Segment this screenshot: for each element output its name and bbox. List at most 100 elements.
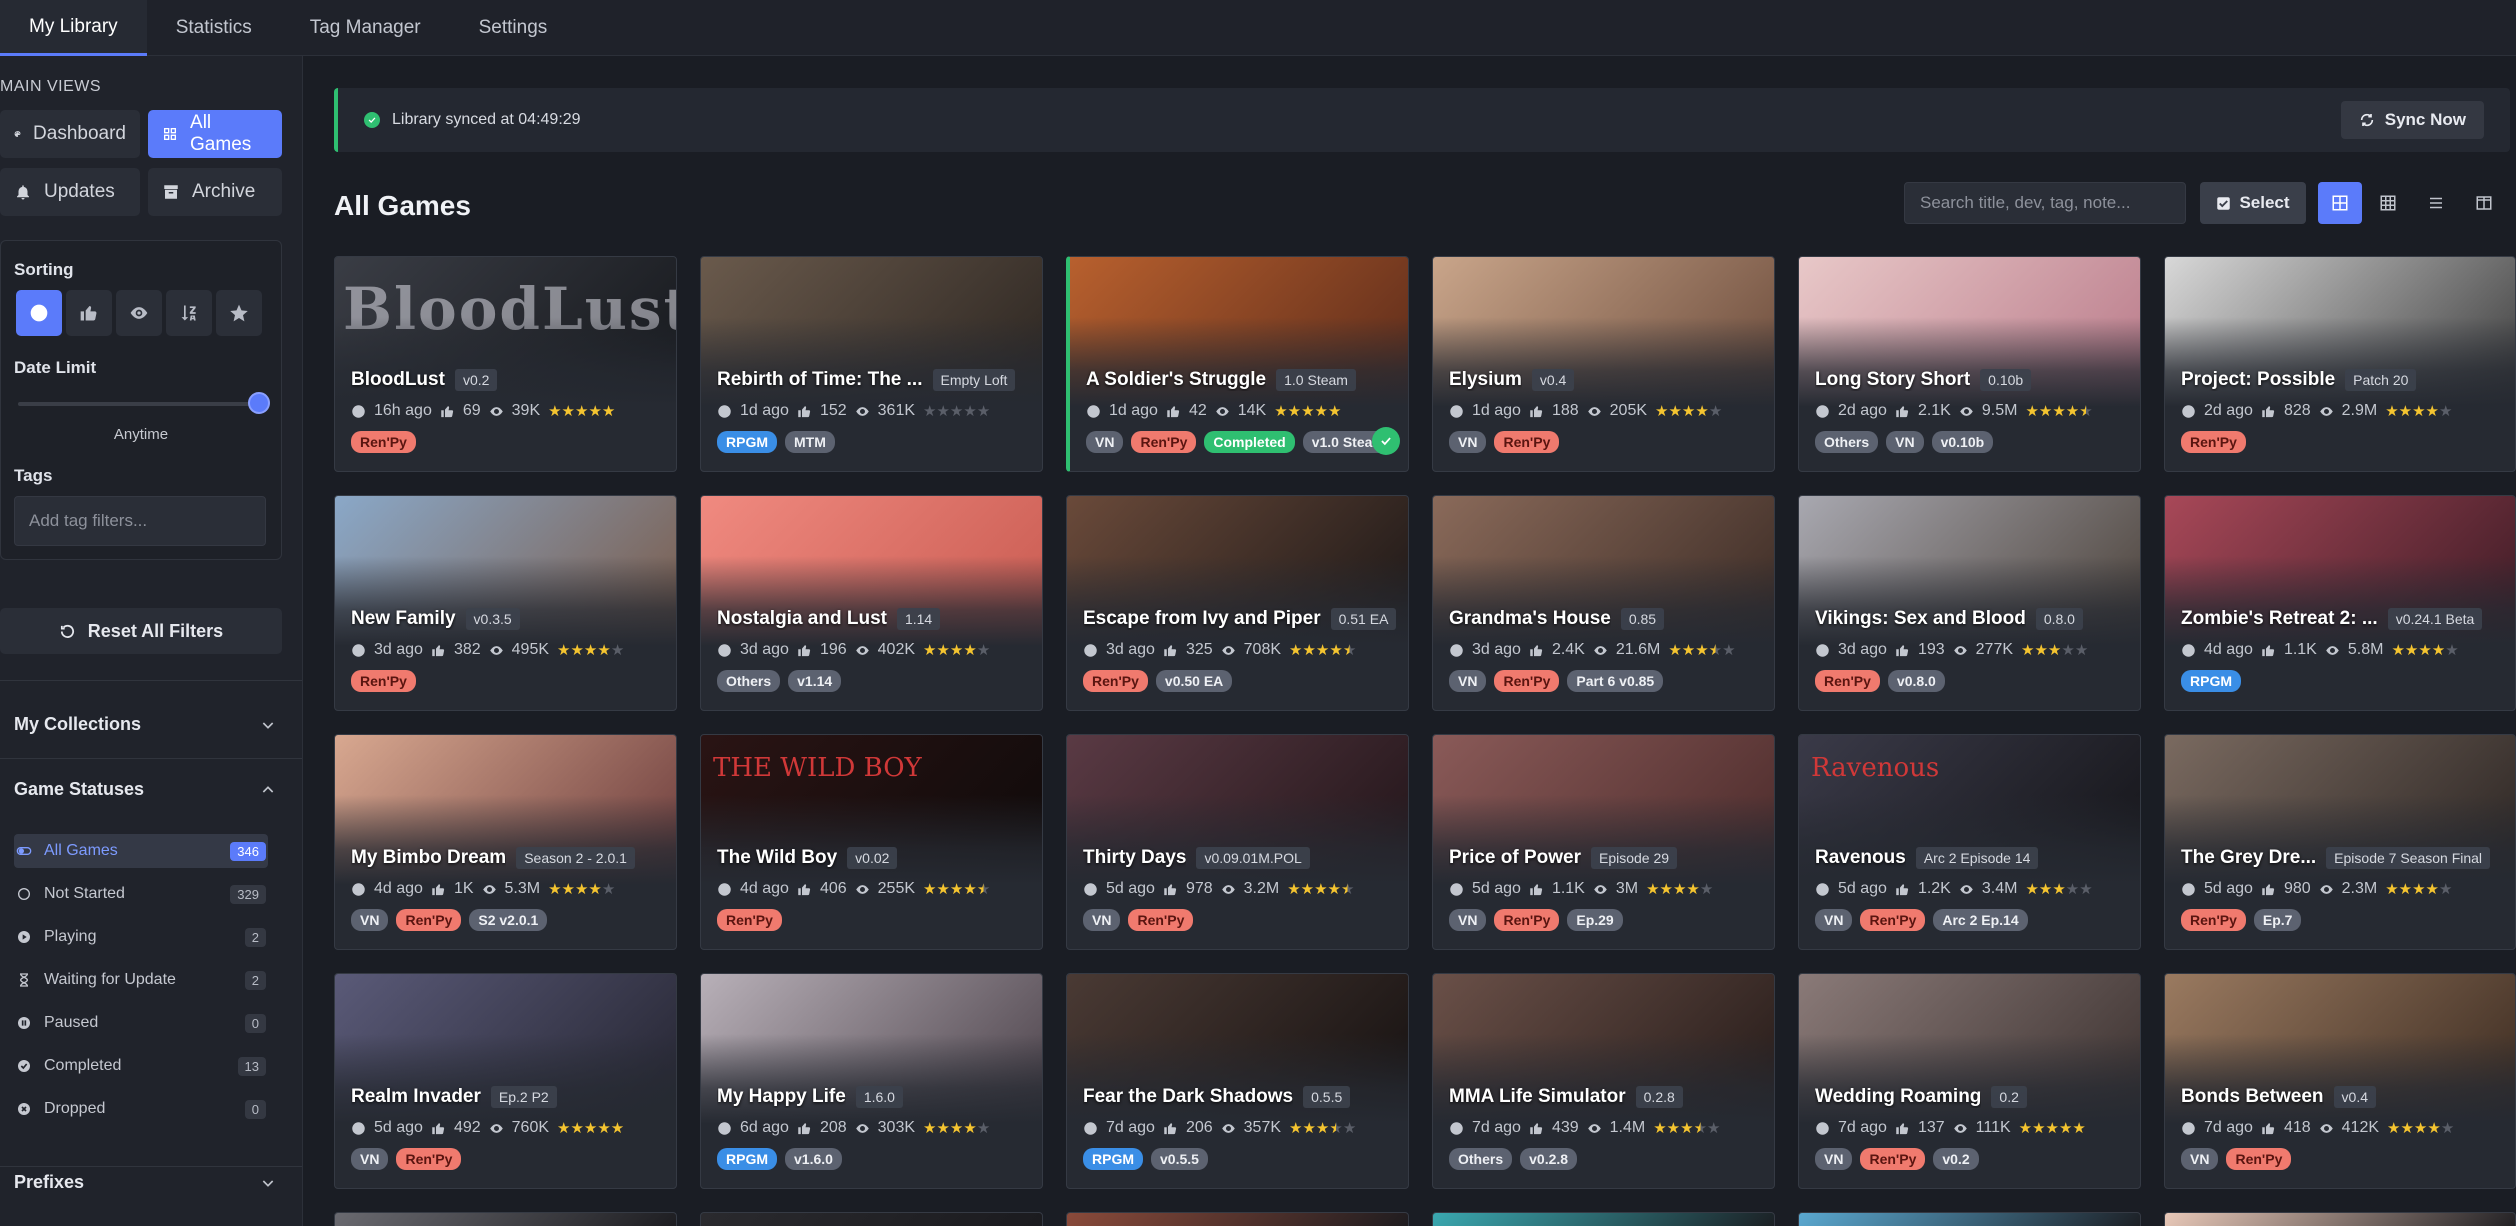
game-tag[interactable]: Ren'Py (396, 1148, 462, 1170)
game-card[interactable]: My Happy Life 1.6.0 6d ago 208 303K ★★★★★ RPGM… (700, 973, 1043, 1189)
game-tag[interactable]: Ren'Py (1128, 909, 1194, 931)
game-tag[interactable]: VN (1815, 909, 1853, 931)
game-tag[interactable]: Ren'Py (1860, 909, 1926, 931)
prefixes-toggle[interactable]: Prefixes (14, 1172, 276, 1193)
game-tag[interactable]: v0.2.8 (1520, 1148, 1578, 1170)
sync-now-button[interactable]: Sync Now (2340, 101, 2484, 139)
game-tag[interactable]: Ep.29 (1567, 909, 1623, 931)
tab-tag-manager[interactable]: Tag Manager (281, 0, 450, 56)
game-tag[interactable]: RPGM (717, 431, 777, 453)
game-card[interactable]: THE WILD BOY The Wild Boy v0.02 4d ago 406 25… (700, 734, 1043, 950)
game-card[interactable]: Nostalgia and Lust 1.14 3d ago 196 402K ★★★★★… (700, 495, 1043, 711)
game-tag[interactable]: Others (1449, 1148, 1513, 1170)
status-playing[interactable]: Playing 2 (14, 920, 268, 954)
view-list-button[interactable] (2414, 182, 2458, 224)
game-card[interactable]: Bonds Between v0.4 7d ago 418 412K ★★★★★ VN Ren… (2164, 973, 2516, 1189)
game-tag[interactable]: Ren'Py (1083, 670, 1148, 692)
sort-alphabetical-button[interactable] (166, 290, 212, 336)
game-tag[interactable]: VN (1083, 909, 1121, 931)
date-limit-slider-thumb[interactable] (248, 392, 270, 414)
game-tag[interactable]: VN (1815, 1148, 1853, 1170)
view-columns-button[interactable] (2462, 182, 2506, 224)
status-dropped[interactable]: Dropped 0 (14, 1092, 268, 1126)
game-tag[interactable]: VN (351, 909, 389, 931)
reset-filters-button[interactable]: Reset All Filters (0, 608, 282, 654)
game-card[interactable]: Ravenous Ravenous Arc 2 Episode 14 5d ago 1.… (1798, 734, 2141, 950)
view-updates-button[interactable]: Updates (0, 168, 140, 216)
game-tag[interactable]: v0.8.0 (1887, 670, 1945, 692)
game-tag[interactable]: VN (2181, 1148, 2219, 1170)
game-tag[interactable]: v1.6.0 (785, 1148, 842, 1170)
game-tag[interactable]: RPGM (1083, 1148, 1143, 1170)
game-card[interactable]: Thirty Days v0.09.01M.POL 5d ago 978 3.2M ★★★… (1066, 734, 1409, 950)
game-statuses-toggle[interactable]: Game Statuses (14, 779, 276, 800)
status-all-games[interactable]: All Games 346 (14, 834, 268, 868)
game-card[interactable]: Grandma's House 0.85 3d ago 2.4K 21.6M ★★★★★ V… (1432, 495, 1775, 711)
game-tag[interactable]: Others (717, 670, 781, 692)
sort-by-rating-button[interactable] (216, 290, 262, 336)
game-tag[interactable]: VN (1449, 909, 1487, 931)
game-card[interactable]: My Bimbo Dream Season 2 - 2.0.1 4d ago 1K 5.… (334, 734, 677, 950)
game-tag[interactable]: Arc 2 Ep.14 (1933, 909, 2028, 931)
game-tag[interactable]: Ren'Py (1815, 670, 1880, 692)
game-tag[interactable]: VN (351, 1148, 389, 1170)
game-card[interactable] (1432, 1212, 1775, 1226)
view-dashboard-button[interactable]: Dashboard (0, 110, 140, 158)
game-card[interactable]: Elysium v0.4 1d ago 188 205K ★★★★★ VN Ren'Py (1432, 256, 1775, 472)
game-tag[interactable]: RPGM (717, 1148, 777, 1170)
game-tag[interactable]: Part 6 v0.85 (1567, 670, 1664, 692)
game-tag[interactable]: Ren'Py (1131, 431, 1197, 453)
game-tag[interactable]: S2 v2.0.1 (469, 909, 548, 931)
game-card[interactable]: Long Story Short 0.10b 2d ago 2.1K 9.5M ★★★★★… (1798, 256, 2141, 472)
game-tag[interactable]: Ren'Py (1494, 670, 1560, 692)
game-tag[interactable]: Ren'Py (1860, 1148, 1926, 1170)
game-tag[interactable]: VN (1086, 431, 1124, 453)
game-tag[interactable]: Ren'Py (2226, 1148, 2292, 1170)
status-completed[interactable]: Completed 13 (14, 1049, 268, 1083)
game-card[interactable]: Realm Invader Ep.2 P2 5d ago 492 760K ★★★★★ VN… (334, 973, 677, 1189)
game-card[interactable]: Fear the Dark Shadows 0.5.5 7d ago 206 357K ★… (1066, 973, 1409, 1189)
game-card[interactable]: Project: Possible Patch 20 2d ago 828 2.9M ★★… (2164, 256, 2516, 472)
game-tag[interactable]: Ren'Py (717, 909, 782, 931)
game-tag[interactable]: VN (1886, 431, 1924, 453)
select-button[interactable]: Select (2200, 182, 2306, 224)
game-tag[interactable]: MTM (785, 431, 835, 453)
game-card[interactable] (334, 1212, 677, 1226)
game-card[interactable]: Rebirth of Time: The ... Empty Loft 1d ago… (700, 256, 1043, 472)
game-tag[interactable]: v0.10b (1931, 431, 1994, 453)
game-tag[interactable]: Ren'Py (1494, 909, 1560, 931)
game-card[interactable]: Vikings: Sex and Blood 0.8.0 3d ago 193 277K… (1798, 495, 2141, 711)
game-card[interactable] (2164, 1212, 2516, 1226)
game-tag[interactable]: Others (1815, 431, 1879, 453)
game-card[interactable]: Price of Power Episode 29 5d ago 1.1K 3M ★★★★… (1432, 734, 1775, 950)
game-tag[interactable]: Completed (1204, 431, 1295, 453)
game-card[interactable]: Escape from Ivy and Piper 0.51 EA 3d ago 32… (1066, 495, 1409, 711)
status-waiting-for-update[interactable]: Waiting for Update 2 (14, 963, 268, 997)
game-card[interactable]: BloodLust BloodLust v0.2 16h ago 69 39K ★★★★★ R… (334, 256, 677, 472)
game-card[interactable]: MMA Life Simulator 0.2.8 7d ago 439 1.4M ★★★★… (1432, 973, 1775, 1189)
sort-by-date-button[interactable] (16, 290, 62, 336)
game-card[interactable] (1066, 1212, 1409, 1226)
view-archive-button[interactable]: Archive (148, 168, 282, 216)
game-tag[interactable]: v0.2 (1933, 1148, 1979, 1170)
status-paused[interactable]: Paused 0 (14, 1006, 268, 1040)
game-tag[interactable]: v1.14 (788, 670, 842, 692)
game-card[interactable] (700, 1212, 1043, 1226)
game-tag[interactable]: Ren'Py (1494, 431, 1560, 453)
sort-by-views-button[interactable] (116, 290, 162, 336)
collections-toggle[interactable]: My Collections (14, 714, 276, 735)
tab-settings[interactable]: Settings (450, 0, 577, 56)
view-all-games-button[interactable]: All Games (148, 110, 282, 158)
game-tag[interactable]: Ren'Py (351, 670, 416, 692)
game-tag[interactable]: Ren'Py (396, 909, 462, 931)
tag-filter-input[interactable] (14, 496, 266, 546)
game-tag[interactable]: Ren'Py (351, 431, 416, 453)
view-grid-small-button[interactable] (2366, 182, 2410, 224)
tab-statistics[interactable]: Statistics (147, 0, 281, 56)
game-tag[interactable]: Ren'Py (2181, 909, 2246, 931)
game-card[interactable] (1798, 1212, 2141, 1226)
sort-by-likes-button[interactable] (66, 290, 112, 336)
game-card[interactable]: A Soldier's Struggle 1.0 Steam 1d ago 42 14K… (1066, 256, 1409, 472)
game-tag[interactable]: RPGM (2181, 670, 2241, 692)
date-limit-slider-track[interactable] (18, 402, 258, 406)
